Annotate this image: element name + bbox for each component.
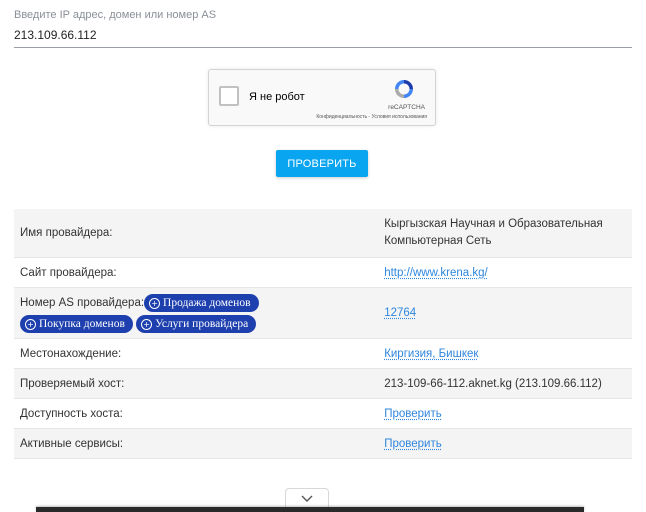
info-table: Имя провайдера: Кыргызская Научная и Обр… [14,209,632,459]
bottom-panel [36,507,584,512]
recaptcha-logo-icon [395,80,413,98]
table-row: Местонахождение: Киргизия, Бишкек [14,338,632,369]
captcha-links: Конфиденциальность - Условия использован… [316,114,427,120]
expand-toggle[interactable] [285,488,329,508]
as-number-link[interactable]: 12764 [384,307,416,319]
provider-value: Кыргызская Научная и Образовательная Ком… [384,209,632,258]
site-link[interactable]: http://www.krena.kg/ [384,267,488,279]
chevron-down-icon [301,495,313,502]
captcha-privacy-link[interactable]: Конфиденциальность [316,114,367,120]
table-row: Номер AS провайдера: + Продажа доменов + По… [14,287,632,339]
table-row: Доступность хоста: Проверить [14,398,632,429]
location-label: Местонахождение: [14,338,385,369]
table-row: Активные сервисы: Проверить [14,428,632,459]
search-input[interactable] [14,27,632,43]
provider-label: Имя провайдера: [14,209,385,258]
availability-check-link[interactable]: Проверить [384,408,442,420]
captcha-label: Я не робот [249,91,305,103]
as-label: Номер AS провайдера: [20,296,145,309]
plus-circle-icon: + [25,318,36,330]
table-row: Проверяемый хост: 213-109-66-112.aknet.k… [14,368,632,399]
recaptcha-widget: Я не робот reCAPTCHA Конфиденциальность … [208,69,436,126]
sell-domains-button[interactable]: + Продажа доменов [144,293,259,312]
captcha-terms-link[interactable]: Условия использования [372,114,428,120]
buy-domains-label: Покупка доменов [39,317,125,330]
buy-domains-button[interactable]: + Покупка доменов [20,314,133,333]
table-row: Имя провайдера: Кыргызская Научная и Обр… [14,209,632,258]
services-label: Активные сервисы: [14,428,385,459]
provider-services-button[interactable]: + Услуги провайдера [136,314,257,333]
host-value: 213-109-66-112.aknet.kg (213.109.66.112) [384,368,632,399]
site-label: Сайт провайдера: [14,257,385,288]
table-row: Сайт провайдера: http://www.krena.kg/ [14,257,632,288]
services-check-link[interactable]: Проверить [384,438,442,450]
location-link[interactable]: Киргизия, Бишкек [384,348,478,360]
plus-circle-icon: + [149,297,161,309]
search-field[interactable]: Введите IP адрес, домен или номер AS [14,8,632,48]
captcha-brand: reCAPTCHA [388,104,425,111]
plus-circle-icon: + [141,318,153,330]
host-label: Проверяемый хост: [14,368,385,399]
provider-services-label: Услуги провайдера [155,317,249,330]
sell-domains-label: Продажа доменов [163,296,251,309]
search-label: Введите IP адрес, домен или номер AS [14,9,217,21]
availability-label: Доступность хоста: [14,398,385,429]
provider-name-line2: Компьютерная Сеть [384,235,492,247]
provider-name-line1: Кыргызская Научная и Образовательная [384,218,603,230]
captcha-checkbox[interactable] [219,86,239,106]
as-cell: Номер AS провайдера: + Продажа доменов + По… [14,287,385,339]
search-underline [14,47,632,48]
check-button[interactable]: ПРОВЕРИТЬ [276,150,368,177]
